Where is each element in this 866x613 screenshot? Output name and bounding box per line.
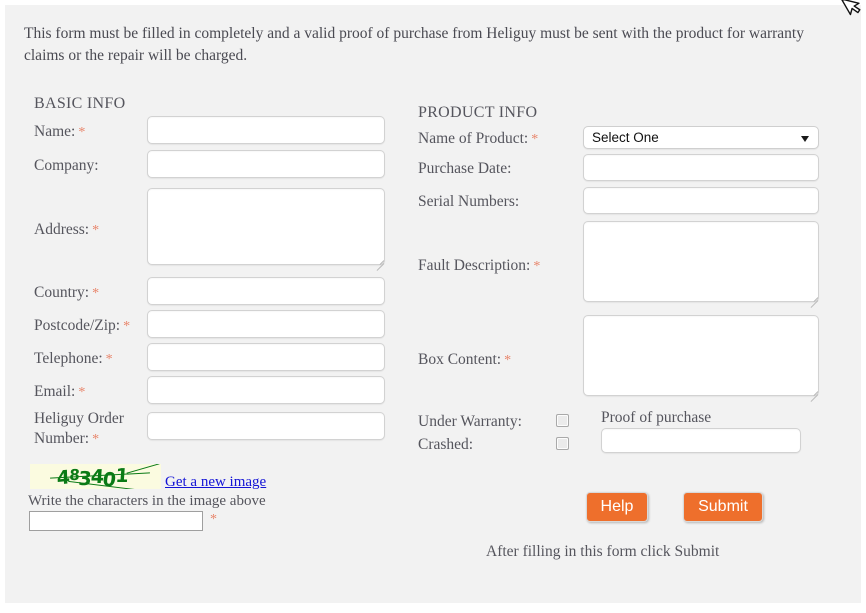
telephone-input[interactable] — [147, 343, 385, 371]
crashed-label: Crashed: — [418, 436, 474, 453]
basic-info-heading: BASIC INFO — [34, 95, 126, 112]
name-of-product-required-asterisk: * — [531, 132, 539, 147]
help-button[interactable]: Help — [586, 492, 648, 522]
get-new-image-link[interactable]: Get a new image — [165, 474, 266, 491]
box-content-required-asterisk: * — [504, 353, 512, 368]
name-of-product-label: Name of Product: * — [418, 129, 538, 149]
captcha-input[interactable] — [29, 511, 203, 531]
email-required-asterisk: * — [78, 385, 86, 400]
country-required-asterisk: * — [92, 286, 100, 301]
address-textarea[interactable] — [147, 188, 385, 265]
country-input[interactable] — [147, 277, 385, 305]
heliguy-order-number-required-asterisk: * — [92, 432, 100, 447]
captcha-required-asterisk: * — [210, 512, 217, 527]
company-required-asterisk — [99, 159, 102, 174]
fault-description-required-asterisk: * — [533, 259, 541, 274]
address-label: Address: * — [34, 220, 99, 240]
fault-description-textarea[interactable] — [583, 221, 819, 302]
purchase-date-input[interactable] — [583, 154, 819, 181]
name-required-asterisk: * — [78, 125, 86, 140]
under-warranty-checkbox[interactable] — [556, 414, 569, 427]
fault-description-label: Fault Description: * — [418, 256, 540, 276]
postcode-input[interactable] — [147, 310, 385, 338]
postcode-label: Postcode/Zip: * — [34, 316, 130, 336]
heliguy-order-number-label-line2: Number: — [34, 430, 90, 447]
serial-numbers-input[interactable] — [583, 187, 819, 214]
submit-button[interactable]: Submit — [683, 492, 763, 522]
purchase-date-required-asterisk — [511, 162, 514, 177]
box-content-label-text: Box Content: — [418, 351, 502, 368]
company-label-text: Company: — [34, 157, 99, 174]
page-root: This form must be filled in completely a… — [0, 0, 866, 613]
serial-numbers-label: Serial Numbers: — [418, 192, 522, 212]
under-warranty-label: Under Warranty: — [418, 413, 522, 430]
product-info-heading: PRODUCT INFO — [418, 104, 538, 121]
heliguy-order-number-label-line1: Heliguy Order — [34, 410, 124, 427]
captcha-hint-text: Write the characters in the image above — [28, 493, 266, 509]
intro-paragraph: This form must be filled in completely a… — [24, 25, 804, 64]
fault-description-label-text: Fault Description: — [418, 257, 531, 274]
footer-note: After filling in this form click Submit — [486, 543, 720, 560]
captcha-image: 483401 — [30, 464, 161, 489]
submit-button-label: Submit — [698, 498, 748, 515]
email-label-text: Email: — [34, 383, 76, 400]
email-input[interactable] — [147, 376, 385, 404]
name-label-text: Name: — [34, 123, 76, 140]
name-of-product-selected-value: Select One — [592, 130, 659, 145]
purchase-date-label: Purchase Date: — [418, 159, 514, 179]
name-label: Name: * — [34, 122, 85, 142]
postcode-label-text: Postcode/Zip: — [34, 317, 121, 334]
box-content-label: Box Content: * — [418, 350, 511, 370]
company-input[interactable] — [147, 150, 385, 178]
address-required-asterisk: * — [92, 223, 100, 238]
serial-numbers-required-asterisk — [519, 195, 522, 210]
country-label-text: Country: — [34, 284, 90, 301]
company-label: Company: — [34, 156, 102, 176]
proof-of-purchase-label: Proof of purchase — [601, 409, 712, 426]
proof-of-purchase-input[interactable] — [601, 428, 801, 453]
country-label: Country: * — [34, 283, 99, 303]
heliguy-order-number-input[interactable] — [147, 412, 385, 440]
box-content-textarea[interactable] — [583, 315, 819, 396]
address-label-text: Address: — [34, 221, 90, 238]
name-of-product-label-text: Name of Product: — [418, 130, 529, 147]
email-label: Email: * — [34, 382, 85, 402]
help-button-label: Help — [600, 498, 634, 515]
mouse-cursor-icon — [840, 0, 861, 16]
telephone-label: Telephone: * — [34, 349, 113, 369]
telephone-required-asterisk: * — [105, 352, 113, 367]
form-panel: This form must be filled in completely a… — [5, 5, 861, 603]
heliguy-order-number-label: Heliguy Order Number: * — [34, 409, 124, 450]
telephone-label-text: Telephone: — [34, 350, 103, 367]
serial-numbers-label-text: Serial Numbers: — [418, 193, 520, 210]
purchase-date-label-text: Purchase Date: — [418, 160, 512, 177]
postcode-required-asterisk: * — [123, 319, 131, 334]
name-input[interactable] — [147, 116, 385, 144]
crashed-checkbox[interactable] — [556, 437, 569, 450]
name-of-product-select[interactable]: Select One — [583, 126, 819, 149]
chevron-down-icon — [801, 135, 809, 142]
